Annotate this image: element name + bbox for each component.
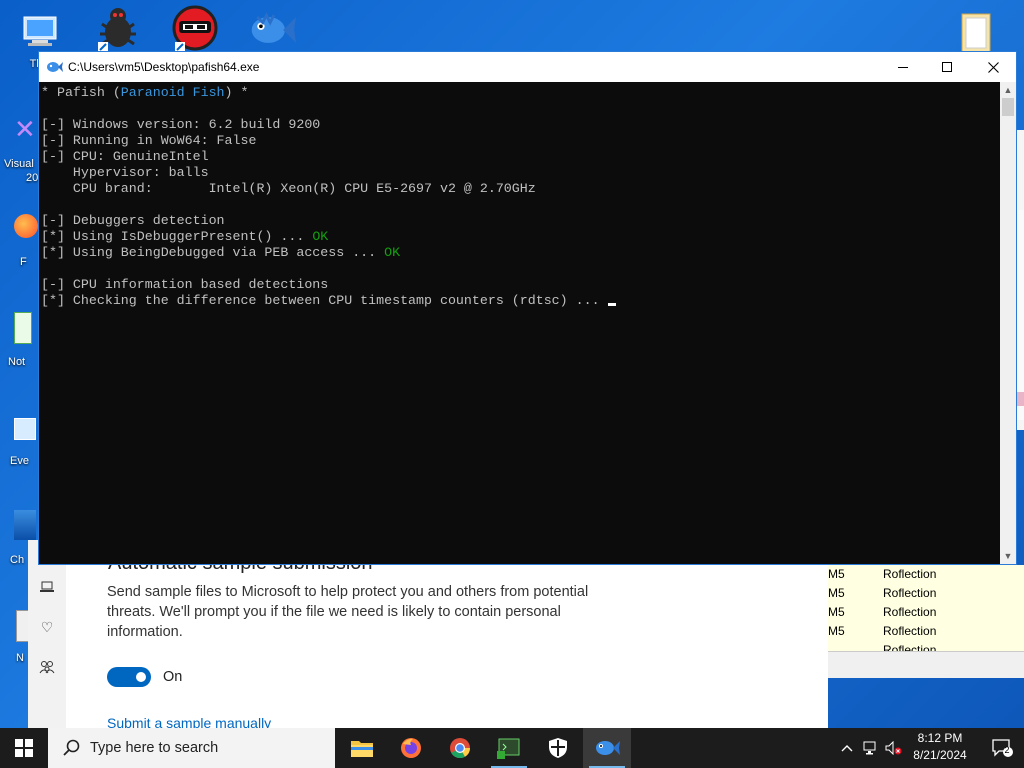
- list-cell: Roflection: [883, 605, 937, 619]
- console-line: [*] Using BeingDebugged via PEB access .…: [41, 245, 385, 260]
- file-explorer-icon[interactable]: [338, 728, 386, 768]
- desktop-icon-folder[interactable]: [946, 8, 1006, 56]
- console-line: [-] Debuggers detection: [41, 213, 225, 228]
- folder-icon: [952, 8, 1000, 56]
- pafish-icon: [46, 59, 63, 75]
- maximize-icon: [942, 62, 952, 72]
- scroll-down-arrow-icon[interactable]: ▼: [1000, 548, 1016, 564]
- sample-submission-toggle[interactable]: [107, 667, 151, 687]
- log-list-window: M5 Roflection M5 Roflection M5 Roflection M…: [828, 565, 1024, 678]
- list-footer: [828, 651, 1024, 678]
- list-item[interactable]: Roflection: [828, 641, 1024, 651]
- list-cell: Roflection: [883, 624, 937, 638]
- list-item[interactable]: M5 Roflection: [828, 622, 1024, 641]
- close-button[interactable]: [970, 52, 1016, 82]
- console-line: Hypervisor: balls: [41, 165, 209, 180]
- security-nav-rail: ♡: [28, 540, 66, 730]
- pafish-taskbar-icon[interactable]: [583, 728, 631, 768]
- toggle-state-label: On: [163, 669, 183, 685]
- status-ok: OK: [312, 229, 329, 244]
- firefox-icon[interactable]: [387, 728, 435, 768]
- list-cell: Roflection: [883, 586, 937, 600]
- console-line: [-] CPU information based detections: [41, 277, 329, 292]
- network-icon[interactable]: [860, 728, 882, 768]
- console-line: * Pafish (: [41, 85, 121, 100]
- console-line: Paranoid Fish: [120, 85, 225, 100]
- taskbar: Type here to search 8:12 PM 8/21/2024 2: [0, 728, 1024, 768]
- list-cell: M5: [828, 624, 845, 638]
- security-shield-icon[interactable]: [534, 728, 582, 768]
- scroll-thumb[interactable]: [1002, 98, 1014, 116]
- section-description: Send sample files to Microsoft to help p…: [107, 584, 589, 640]
- console-window[interactable]: C:\Users\vm5\Desktop\pafish64.exe * Pafi…: [39, 52, 1016, 564]
- console-scrollbar[interactable]: ▲ ▼: [1000, 82, 1016, 564]
- console-line: [*] Using IsDebuggerPresent() ...: [41, 229, 313, 244]
- windows-logo-icon: [15, 739, 33, 757]
- list-item[interactable]: M5 Roflection: [828, 565, 1024, 584]
- visual-studio-icon[interactable]: ✕: [14, 116, 36, 142]
- chrome-desktop-icon[interactable]: [14, 510, 36, 540]
- log-list: M5 Roflection M5 Roflection M5 Roflection M…: [828, 565, 1024, 651]
- minimize-icon: [898, 67, 908, 68]
- event-viewer-desktop-icon[interactable]: [14, 418, 36, 440]
- status-ok: OK: [384, 245, 401, 260]
- list-item[interactable]: M5 Roflection: [828, 603, 1024, 622]
- firefox-desktop-icon[interactable]: [14, 214, 38, 238]
- ninja-icon: [171, 4, 219, 52]
- clock-date: 8/21/2024: [913, 748, 967, 762]
- console-output[interactable]: * Pafish (Paranoid Fish) * [-] Windows v…: [39, 82, 1000, 564]
- start-button[interactable]: [0, 728, 48, 768]
- console-line: [*] Checking the difference between CPU …: [41, 293, 608, 308]
- list-item[interactable]: M5 Roflection: [828, 584, 1024, 603]
- volume-muted-icon[interactable]: [883, 728, 905, 768]
- console-line: [-] Windows version: 6.2 build 9200: [41, 117, 321, 132]
- notepad-desktop-icon[interactable]: [14, 312, 32, 344]
- family-icon[interactable]: [39, 660, 55, 676]
- windows-security-window: ♡ Automatic sample submission Send sampl…: [28, 540, 828, 731]
- search-placeholder: Type here to search: [90, 740, 219, 756]
- health-heart-icon[interactable]: ♡: [39, 619, 55, 635]
- clock-time: 8:12 PM: [917, 731, 963, 745]
- chevron-up-icon[interactable]: [838, 728, 856, 768]
- search-icon: [63, 739, 80, 756]
- console-line: ) *: [224, 85, 249, 100]
- text-cursor: [607, 303, 616, 306]
- notification-count-badge: 2: [1004, 745, 1010, 755]
- computer-icon: [16, 8, 64, 56]
- list-cell: [828, 641, 883, 651]
- laptop-icon[interactable]: [39, 580, 55, 596]
- list-cell: Roflection: [883, 643, 937, 651]
- minimize-button[interactable]: [880, 52, 926, 82]
- notification-center-button[interactable]: 2: [980, 728, 1024, 768]
- maximize-button[interactable]: [924, 52, 970, 82]
- taskbar-search[interactable]: Type here to search: [48, 728, 335, 768]
- desktop-stub-label: Visual: [4, 158, 34, 170]
- list-cell: Roflection: [883, 567, 937, 581]
- desktop-icon-bug[interactable]: [88, 4, 148, 52]
- chrome-icon[interactable]: [436, 728, 484, 768]
- close-icon: [987, 61, 999, 73]
- list-cell: M5: [828, 586, 845, 600]
- list-cell: M5: [828, 605, 845, 619]
- desktop-icon-ninja[interactable]: [165, 4, 225, 52]
- list-cell: M5: [828, 567, 845, 581]
- console-titlebar[interactable]: C:\Users\vm5\Desktop\pafish64.exe: [39, 52, 1016, 82]
- console-line: [-] CPU: GenuineIntel: [41, 149, 209, 164]
- terminal-icon[interactable]: [485, 728, 533, 768]
- system-clock[interactable]: 8:12 PM 8/21/2024: [905, 730, 975, 764]
- desktop-icon-fish[interactable]: [242, 6, 302, 54]
- console-line: CPU brand: Intel(R) Xeon(R) CPU E5-2697 …: [41, 181, 536, 196]
- console-title: C:\Users\vm5\Desktop\pafish64.exe: [68, 60, 260, 74]
- bug-icon: [94, 4, 142, 52]
- console-line: [-] Running in WoW64: False: [41, 133, 257, 148]
- fish-icon: [248, 6, 296, 54]
- scroll-up-arrow-icon[interactable]: ▲: [1000, 82, 1016, 98]
